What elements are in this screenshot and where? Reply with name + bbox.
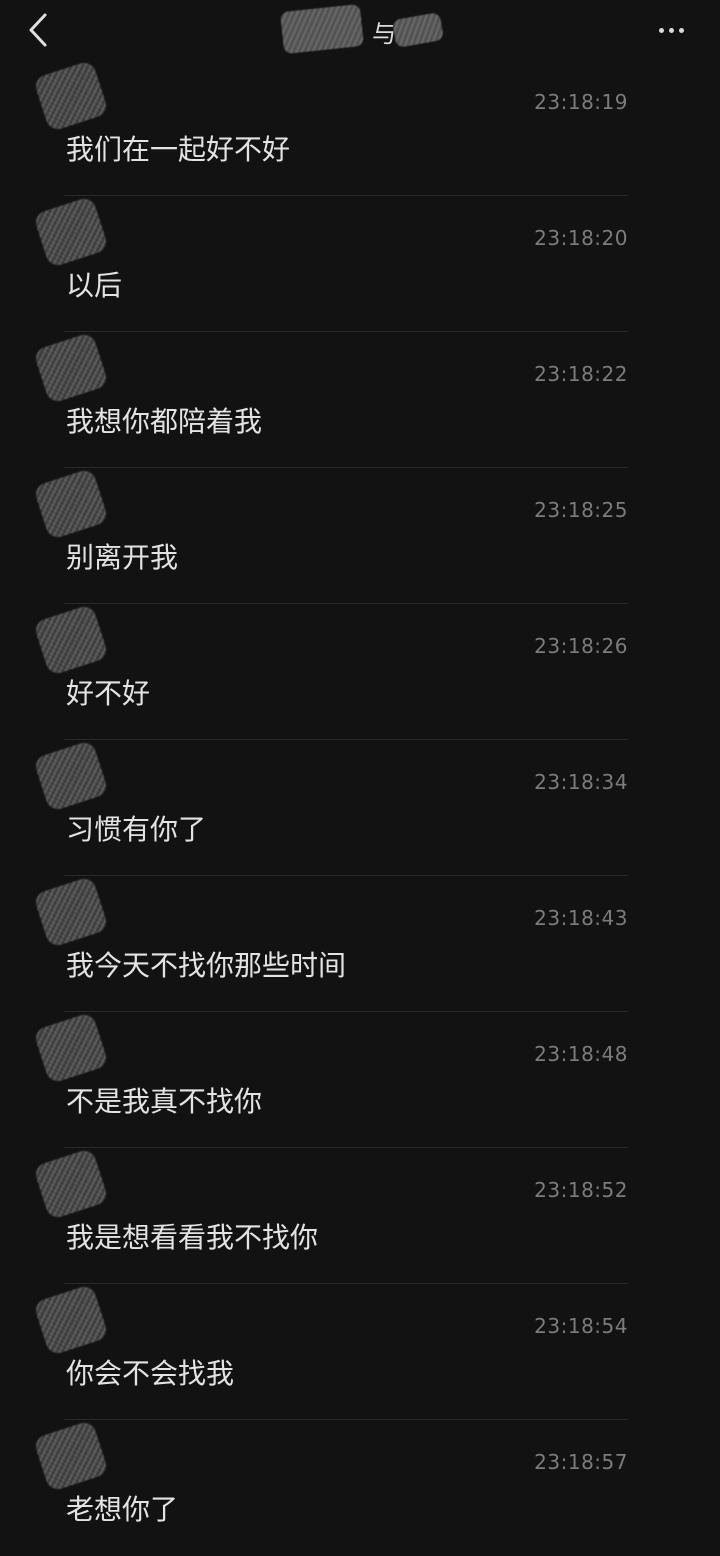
top-bar: 与 <box>0 0 720 64</box>
message-row[interactable]: 23:18:22 我想你都陪着我 <box>0 331 720 468</box>
message-text: 我是想看看我不找你 <box>66 1221 319 1254</box>
message-text: 老想你了 <box>66 1493 179 1526</box>
message-text: 别离开我 <box>66 541 179 574</box>
message-row[interactable]: 23:18:26 好不好 <box>0 603 720 740</box>
message-timestamp: 23:18:34 <box>534 770 628 794</box>
message-timestamp: 23:18:43 <box>534 906 628 930</box>
message-text: 我们在一起好不好 <box>66 133 291 166</box>
avatar[interactable] <box>32 603 110 677</box>
message-row[interactable]: 23:18:25 别离开我 <box>0 467 720 604</box>
avatar[interactable] <box>32 1419 110 1493</box>
message-timestamp: 23:18:52 <box>534 1178 628 1202</box>
message-text: 我想你都陪着我 <box>66 405 263 438</box>
more-dots-icon-dot <box>678 27 684 33</box>
chat-title: 与 <box>270 3 460 55</box>
avatar[interactable] <box>32 331 110 405</box>
message-timestamp: 23:18:48 <box>534 1042 628 1066</box>
redacted-name-scribble <box>391 12 445 48</box>
message-row[interactable]: 23:18:57 老想你了 <box>0 1419 720 1556</box>
message-row[interactable]: 23:18:20 以后 <box>0 195 720 332</box>
avatar[interactable] <box>32 875 110 949</box>
more-dots-icon-dot <box>668 27 674 33</box>
more-options-button[interactable] <box>646 10 696 50</box>
message-timestamp: 23:18:22 <box>534 362 628 386</box>
message-text: 好不好 <box>66 677 151 710</box>
message-row[interactable]: 23:18:34 习惯有你了 <box>0 739 720 876</box>
avatar[interactable] <box>32 1283 110 1357</box>
chevron-left-icon <box>29 13 47 47</box>
message-timestamp: 23:18:20 <box>534 226 628 250</box>
avatar[interactable] <box>32 739 110 813</box>
chat-title-text: 与 <box>372 20 396 48</box>
back-button[interactable] <box>18 10 58 50</box>
message-text: 不是我真不找你 <box>66 1085 263 1118</box>
message-row[interactable]: 23:18:54 你会不会找我 <box>0 1283 720 1420</box>
avatar[interactable] <box>32 59 110 133</box>
message-timestamp: 23:18:19 <box>534 90 628 114</box>
message-timestamp: 23:18:54 <box>534 1314 628 1338</box>
avatar[interactable] <box>32 1147 110 1221</box>
avatar[interactable] <box>32 1011 110 1085</box>
message-row[interactable]: 23:18:48 不是我真不找你 <box>0 1011 720 1148</box>
message-timestamp: 23:18:57 <box>534 1450 628 1474</box>
more-dots-icon <box>658 27 664 33</box>
avatar[interactable] <box>32 467 110 541</box>
message-row[interactable]: 23:18:52 我是想看看我不找你 <box>0 1147 720 1284</box>
message-text: 习惯有你了 <box>66 813 207 846</box>
message-row[interactable]: 23:18:43 我今天不找你那些时间 <box>0 875 720 1012</box>
redacted-name-scribble <box>280 3 364 55</box>
message-text: 以后 <box>66 269 123 302</box>
message-row[interactable]: 23:18:19 我们在一起好不好 <box>0 59 720 196</box>
message-text: 你会不会找我 <box>66 1357 235 1390</box>
avatar[interactable] <box>32 195 110 269</box>
message-timestamp: 23:18:26 <box>534 634 628 658</box>
message-timestamp: 23:18:25 <box>534 498 628 522</box>
message-list[interactable]: 23:18:19 我们在一起好不好 23:18:20 以后 23:18:22 我… <box>0 59 720 1556</box>
message-text: 我今天不找你那些时间 <box>66 949 347 982</box>
